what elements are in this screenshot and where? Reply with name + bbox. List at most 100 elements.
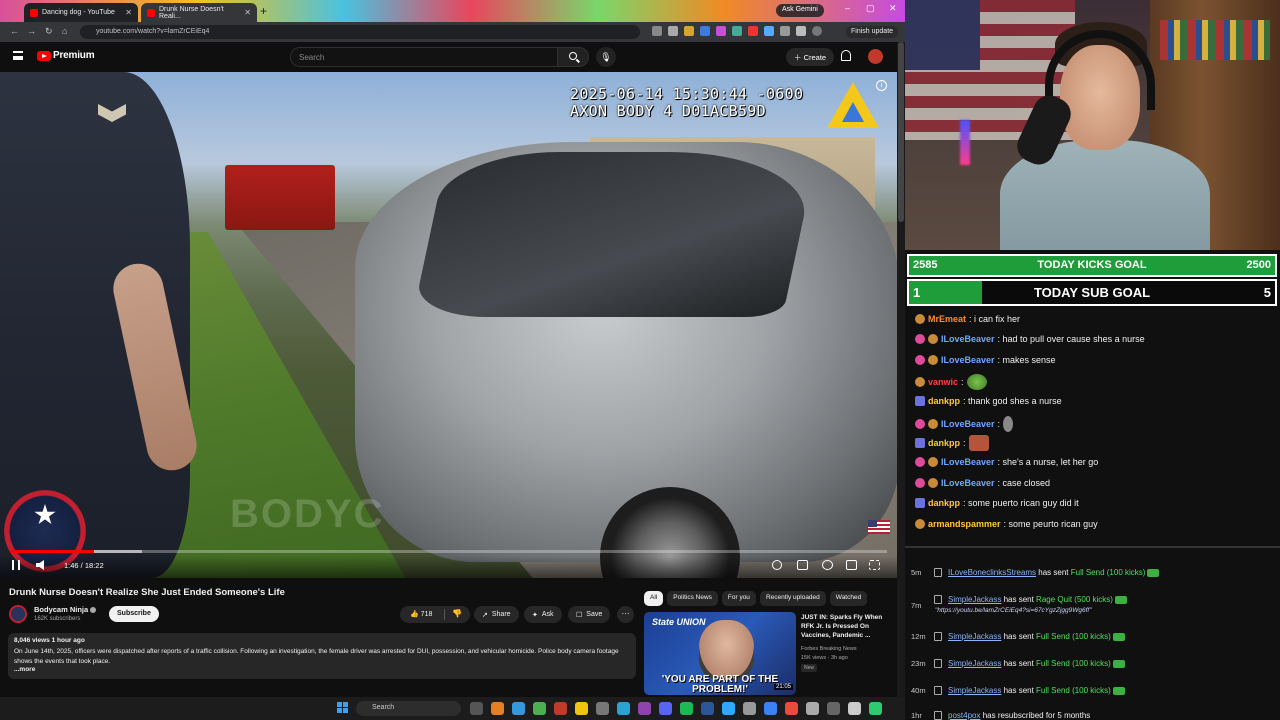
chat-username[interactable]: armandspammer — [928, 519, 1001, 529]
app-icon[interactable] — [848, 702, 861, 715]
alert-username[interactable]: SimpleJackass — [948, 595, 1001, 604]
fullscreen-icon[interactable] — [869, 560, 880, 570]
edge-icon[interactable] — [512, 702, 525, 715]
app-icon[interactable] — [638, 702, 651, 715]
url-field[interactable]: youtube.com/watch?v=lamZrCEiEq4 — [80, 25, 640, 39]
recommended-video-thumbnail[interactable]: State UNION 'YOU ARE PART OF THE PROBLEM… — [644, 612, 796, 695]
app-icon[interactable] — [701, 702, 714, 715]
app-icon[interactable] — [743, 702, 756, 715]
alert-username[interactable]: SimpleJackass — [948, 686, 1001, 695]
install-icon[interactable] — [652, 26, 662, 36]
home-icon[interactable]: ⌂ — [62, 26, 67, 36]
close-tab-icon[interactable]: ✕ — [125, 8, 132, 17]
more-actions-button[interactable]: ··· — [617, 606, 634, 623]
chip-recently-uploaded[interactable]: Recently uploaded — [759, 591, 826, 606]
page-scrollbar[interactable] — [897, 42, 905, 720]
miniplayer-icon[interactable] — [846, 560, 857, 570]
alert-username[interactable]: post4pox — [948, 711, 980, 720]
youtube-logo-icon[interactable] — [37, 51, 51, 61]
alert-username[interactable]: SimpleJackass — [948, 659, 1001, 668]
app-icon[interactable] — [869, 702, 882, 715]
channel-name[interactable]: Bodycam Ninja — [34, 605, 97, 614]
extension-icon[interactable] — [716, 26, 726, 36]
puzzle-icon[interactable] — [780, 26, 790, 36]
dislike-icon[interactable]: 👎 — [452, 609, 462, 618]
bookmark-star-icon[interactable] — [668, 26, 678, 36]
alert-message-link[interactable]: "https://youtu.be/lamZrCEiEq4?si=67cYgzZ… — [935, 607, 1092, 614]
like-button[interactable]: 👍 718 — [410, 610, 432, 618]
extension-icon[interactable] — [764, 26, 774, 36]
description-box[interactable]: 8,046 views 1 hour ago On June 14th, 202… — [8, 633, 636, 679]
chat-username[interactable]: ILoveBeaver — [941, 334, 995, 344]
youtube-premium-logo[interactable]: Premium — [53, 50, 95, 61]
video-player[interactable]: BODYC 2025-06-14 15:30:44 -0600 AXON BOD… — [0, 72, 897, 578]
create-button[interactable]: ＋ Create — [786, 48, 835, 66]
photoshop-icon[interactable] — [722, 702, 735, 715]
chat-username[interactable]: dankpp — [928, 438, 960, 448]
chip-for-you[interactable]: For you — [721, 591, 756, 606]
taskbar-search[interactable]: Search — [356, 701, 461, 716]
alert-username[interactable]: ILoveBoneclinksStreams — [948, 568, 1036, 577]
pause-icon[interactable] — [12, 560, 20, 570]
scrollbar-thumb[interactable] — [898, 42, 904, 222]
chip-politics-news[interactable]: Politics News — [667, 591, 718, 606]
extension-icon[interactable] — [684, 26, 694, 36]
progress-bar[interactable] — [10, 550, 887, 553]
back-icon[interactable]: ← — [10, 26, 19, 36]
discord-icon[interactable] — [659, 702, 672, 715]
info-icon[interactable]: i — [876, 80, 887, 91]
reload-icon[interactable]: ↻ — [45, 26, 53, 37]
settings-gear-icon[interactable] — [822, 560, 833, 570]
spotify-icon[interactable] — [680, 702, 693, 715]
ask-button[interactable]: ✦ Ask — [524, 606, 562, 623]
task-view-icon[interactable] — [470, 702, 483, 715]
extension-icon[interactable] — [700, 26, 710, 36]
file-explorer-icon[interactable] — [575, 702, 588, 715]
alert-username[interactable]: SimpleJackass — [948, 632, 1001, 641]
search-button[interactable] — [557, 47, 589, 67]
ask-gemini-button[interactable]: Ask Gemini — [776, 4, 824, 17]
volume-icon[interactable] — [36, 560, 44, 570]
close-tab-icon[interactable]: ✕ — [244, 8, 251, 17]
youtube-app-icon[interactable] — [554, 702, 567, 715]
app-icon[interactable] — [491, 702, 504, 715]
chat-username[interactable]: ILoveBeaver — [941, 419, 995, 429]
extension-icon[interactable] — [748, 26, 758, 36]
chat-username[interactable]: vanwic — [928, 377, 958, 387]
extension-icon[interactable] — [732, 26, 742, 36]
chat-username[interactable]: ILoveBeaver — [941, 355, 995, 365]
new-tab-button[interactable]: + — [260, 4, 267, 18]
microphone-icon[interactable]: 🎙 — [596, 47, 616, 67]
recommended-channel-name[interactable]: Forbes Breaking News — [801, 646, 857, 652]
app-icon[interactable] — [596, 702, 609, 715]
subscribe-button[interactable]: Subscribe — [109, 606, 159, 622]
tab-dancing-dog[interactable]: Dancing dog - YouTube ✕ — [24, 3, 138, 22]
windows-start-icon[interactable] — [337, 702, 348, 713]
autoplay-toggle-icon[interactable] — [772, 560, 782, 570]
channel-avatar[interactable] — [9, 605, 27, 623]
maximize-icon[interactable]: ▢ — [866, 3, 875, 14]
app-icon[interactable] — [827, 702, 840, 715]
channel-name-text[interactable]: Bodycam Ninja — [34, 605, 88, 614]
chrome-icon[interactable] — [533, 702, 546, 715]
close-window-icon[interactable]: ✕ — [889, 3, 897, 14]
tab-drunk-nurse[interactable]: Drunk Nurse Doesn't Reali... ✕ — [141, 3, 257, 22]
show-more-link[interactable]: ...more — [14, 666, 630, 673]
share-button[interactable]: ↗ Share — [474, 606, 519, 623]
chat-username[interactable]: dankpp — [928, 498, 960, 508]
chip-watched[interactable]: Watched — [829, 591, 868, 606]
download-icon[interactable] — [796, 26, 806, 36]
finish-update-button[interactable]: Finish update — [846, 26, 899, 38]
search-input[interactable]: Search — [290, 47, 558, 67]
save-button[interactable]: ☐ Save — [568, 606, 611, 623]
app-icon[interactable] — [617, 702, 630, 715]
app-icon[interactable] — [785, 702, 798, 715]
forward-icon[interactable]: → — [27, 26, 36, 36]
app-icon[interactable] — [764, 702, 777, 715]
minimize-icon[interactable]: – — [845, 3, 850, 13]
chip-all[interactable]: All — [644, 591, 664, 606]
chat-username[interactable]: ILoveBeaver — [941, 478, 995, 488]
app-icon[interactable] — [806, 702, 819, 715]
account-avatar[interactable] — [868, 49, 883, 64]
chat-username[interactable]: ILoveBeaver — [941, 457, 995, 467]
